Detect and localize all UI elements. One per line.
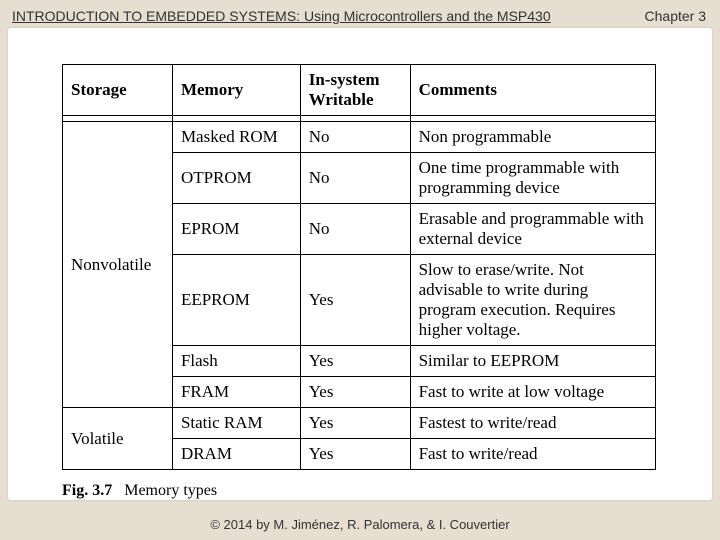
memory-types-table-wrap: Storage Memory In-system Writable Commen… [62, 64, 656, 500]
comments-cell: Erasable and programmable with external … [410, 204, 655, 255]
memory-cell: EPROM [172, 204, 300, 255]
table-row: Nonvolatile Masked ROM No Non programmab… [63, 122, 656, 153]
writable-cell: No [300, 153, 410, 204]
comments-cell: Non programmable [410, 122, 655, 153]
slide-body: Storage Memory In-system Writable Commen… [8, 28, 712, 500]
book-title: INTRODUCTION TO EMBEDDED SYSTEMS: Using … [12, 8, 551, 24]
memory-cell: OTPROM [172, 153, 300, 204]
col-comments: Comments [410, 65, 655, 116]
memory-cell: Flash [172, 346, 300, 377]
comments-cell: Fastest to write/read [410, 408, 655, 439]
col-storage: Storage [63, 65, 173, 116]
copyright-footer: © 2014 by M. Jiménez, R. Palomera, & I. … [0, 517, 720, 532]
table-header-row: Storage Memory In-system Writable Commen… [63, 65, 656, 116]
writable-cell: Yes [300, 255, 410, 346]
memory-cell: Static RAM [172, 408, 300, 439]
writable-cell: Yes [300, 439, 410, 470]
figure-number: Fig. 3.7 [62, 482, 112, 499]
memory-cell: EEPROM [172, 255, 300, 346]
writable-cell: Yes [300, 346, 410, 377]
comments-cell: Fast to write at low voltage [410, 377, 655, 408]
table-row: Volatile Static RAM Yes Fastest to write… [63, 408, 656, 439]
figure-caption: Fig. 3.7 Memory types [62, 482, 656, 500]
col-writable: In-system Writable [300, 65, 410, 116]
chapter-label: Chapter 3 [645, 8, 706, 24]
comments-cell: Similar to EEPROM [410, 346, 655, 377]
storage-cell: Nonvolatile [63, 122, 173, 408]
figure-title: Memory types [124, 482, 217, 499]
col-memory: Memory [172, 65, 300, 116]
memory-cell: DRAM [172, 439, 300, 470]
writable-cell: Yes [300, 377, 410, 408]
comments-cell: One time programmable with programming d… [410, 153, 655, 204]
writable-cell: No [300, 204, 410, 255]
memory-types-table: Storage Memory In-system Writable Commen… [62, 64, 656, 470]
writable-cell: No [300, 122, 410, 153]
memory-cell: FRAM [172, 377, 300, 408]
comments-cell: Fast to write/read [410, 439, 655, 470]
writable-cell: Yes [300, 408, 410, 439]
comments-cell: Slow to erase/write. Not advisable to wr… [410, 255, 655, 346]
storage-cell: Volatile [63, 408, 173, 470]
memory-cell: Masked ROM [172, 122, 300, 153]
slide-header: INTRODUCTION TO EMBEDDED SYSTEMS: Using … [0, 0, 720, 30]
